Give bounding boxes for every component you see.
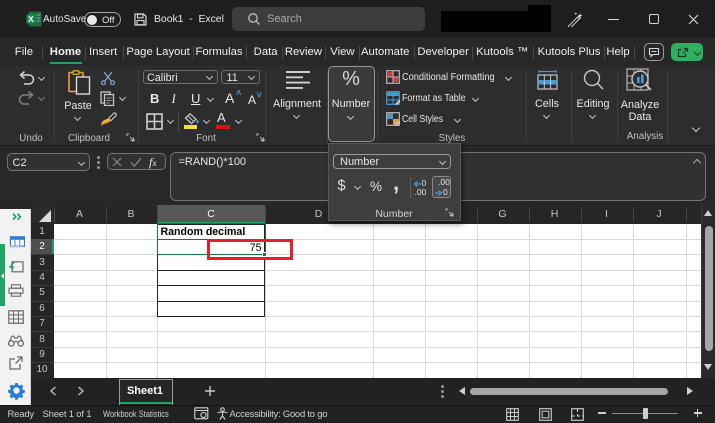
svg-text:X: X — [28, 14, 34, 24]
